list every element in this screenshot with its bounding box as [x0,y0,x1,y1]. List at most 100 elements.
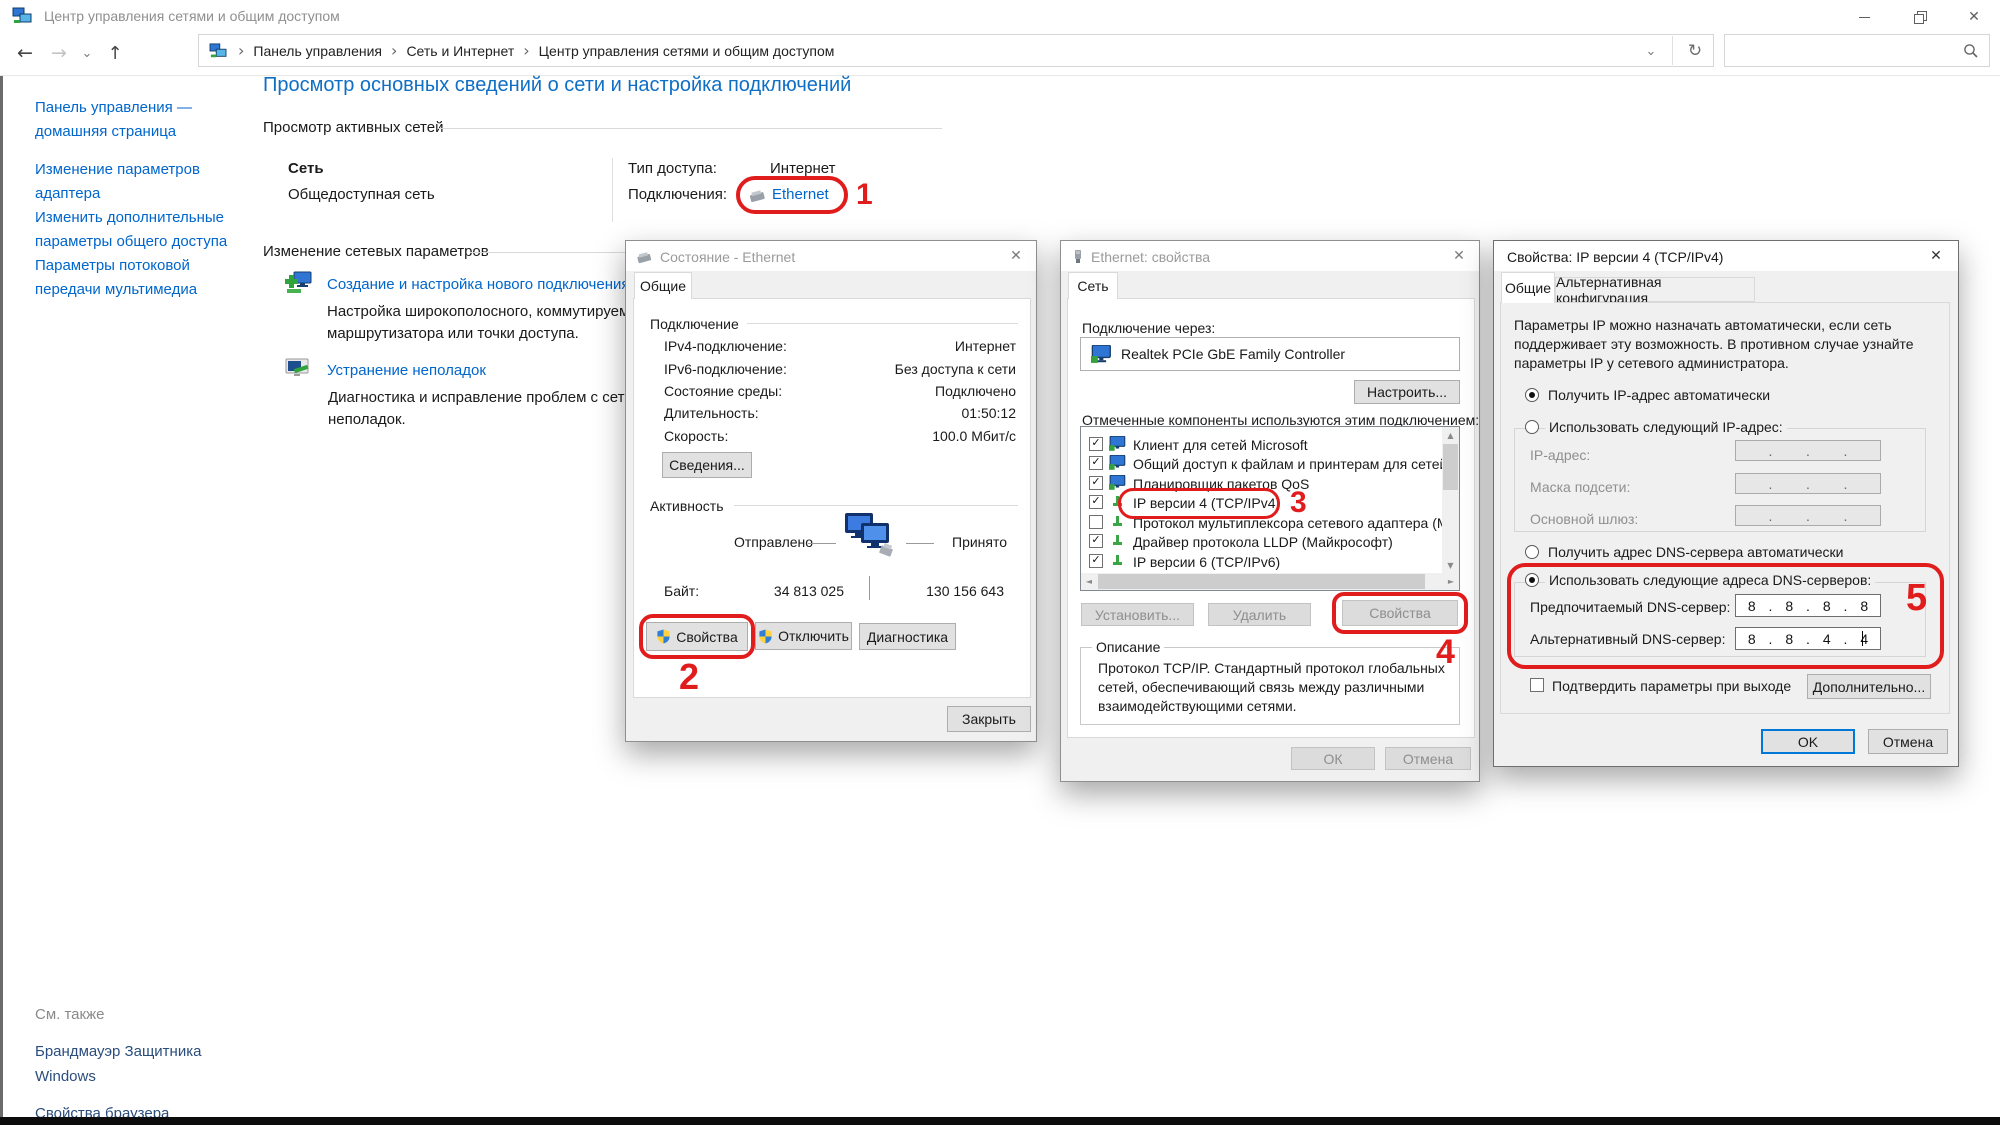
details-button[interactable]: Сведения... [662,452,752,478]
radio-use-dns[interactable] [1525,573,1539,587]
gateway-field[interactable] [1735,505,1881,526]
subnet-mask-field[interactable] [1735,473,1881,494]
annotation-number-5: 5 [1906,579,1927,617]
configure-button[interactable]: Настроить... [1354,380,1460,404]
radio-use-ip[interactable] [1525,420,1539,434]
active-networks-header: Просмотр активных сетей [263,119,443,136]
ok-button[interactable]: ОК [1291,747,1375,770]
component-label[interactable]: IP версии 6 (TCP/IPv6) [1133,554,1280,570]
uac-shield-icon [656,629,671,644]
component-label[interactable]: Драйвер протокола LLDP (Майкрософт) [1133,534,1393,550]
ip-address-label: IP-адрес: [1530,447,1590,463]
disable-button[interactable]: Отключить [755,622,852,650]
back-button[interactable]: ← [10,38,40,68]
alternate-dns-field[interactable]: 8 8 4 4 [1735,627,1881,650]
vertical-scrollbar[interactable]: ▲ ▼ [1442,427,1459,573]
breadcrumb-control-panel[interactable]: Панель управления [253,43,382,59]
preferred-dns-field[interactable]: 8 8 8 8 [1735,594,1881,617]
components-listbox[interactable]: ✓ Клиент для сетей Microsoft ✓ Общий дос… [1080,426,1460,591]
status-dialog-titlebar[interactable]: Состояние - Ethernet ✕ [626,241,1036,271]
ipv4-dialog-titlebar[interactable]: Свойства: IP версии 4 (TCP/IPv4) ✕ [1494,241,1958,271]
activity-group-label: Активность [650,498,724,514]
cancel-button[interactable]: Отмена [1868,729,1948,754]
cancel-button[interactable]: Отмена [1385,747,1471,770]
component-properties-button[interactable]: Свойства [1342,600,1458,626]
properties-button[interactable]: Свойства [646,622,748,651]
close-button[interactable]: Закрыть [947,706,1031,732]
restore-button[interactable] [1892,0,1948,34]
uninstall-button[interactable]: Удалить [1208,603,1311,626]
ethernet-connection-link[interactable]: Ethernet [772,186,829,203]
component-label[interactable]: Планировщик пакетов QoS [1133,476,1309,492]
component-checkbox[interactable]: ✓ [1089,437,1103,451]
radio-use-dns-label[interactable]: Использовать следующие адреса DNS-сервер… [1545,572,1875,588]
ok-button[interactable]: OK [1761,729,1855,754]
intro-line: параметры IP у сетевого администратора. [1514,355,1789,371]
address-dropdown-button[interactable]: ⌄ [1638,40,1664,62]
intro-line: Параметры IP можно назначать автоматичес… [1514,317,1892,333]
component-checkbox[interactable]: ✓ [1089,456,1103,470]
component-checkbox[interactable] [1089,515,1103,529]
validate-checkbox[interactable] [1530,678,1544,692]
search-input[interactable] [1733,39,1957,65]
tab-general[interactable]: Общие [634,272,692,299]
radio-obtain-dns-auto[interactable] [1525,545,1539,559]
horizontal-scrollbar[interactable]: ◄ ► [1081,573,1459,590]
refresh-button[interactable]: ↻ [1678,36,1712,66]
breadcrumb-network-center[interactable]: Центр управления сетями и общим доступом [539,43,835,59]
close-window-button[interactable]: ✕ [1948,0,2000,34]
search-box[interactable] [1724,34,1990,67]
component-checkbox[interactable]: ✓ [1089,476,1103,490]
tab-networking[interactable]: Сеть [1068,272,1118,299]
close-icon[interactable]: ✕ [1914,241,1958,271]
minimize-button[interactable] [1836,0,1892,34]
protocol-icon [1111,495,1124,511]
component-checkbox[interactable]: ✓ [1089,495,1103,509]
scroll-up-icon[interactable]: ▲ [1442,427,1459,443]
component-label[interactable]: Общий доступ к файлам и принтерам для се… [1133,456,1460,472]
breadcrumb-network-internet[interactable]: Сеть и Интернет [406,43,514,59]
component-label[interactable]: Клиент для сетей Microsoft [1133,437,1308,453]
component-checkbox[interactable]: ✓ [1089,554,1103,568]
component-checkbox[interactable]: ✓ [1089,534,1103,548]
advanced-button[interactable]: Дополнительно... [1807,674,1931,699]
network-type: Общедоступная сеть [288,186,435,203]
diagnose-button[interactable]: Диагностика [859,623,956,650]
validate-checkbox-label[interactable]: Подтвердить параметры при выходе [1552,678,1791,694]
task-new-connection-link[interactable]: Создание и настройка нового подключения … [327,276,642,293]
see-also-firewall-link[interactable]: Брандмауэр Защитника Windows [35,1039,275,1089]
task-troubleshoot-link[interactable]: Устранение неполадок [327,362,486,379]
forward-button[interactable]: → [44,38,74,68]
received-label: Принято [952,534,1007,550]
radio-obtain-ip-auto[interactable] [1525,388,1539,402]
scrollbar-thumb[interactable] [1443,444,1458,490]
sidebar-item-advanced-sharing[interactable]: Изменить дополнительные параметры общего… [35,206,275,254]
activity-dash [808,543,836,544]
tab-alternate-configuration[interactable]: Альтернативная конфигурация [1555,277,1755,302]
close-icon[interactable]: ✕ [994,241,1038,271]
sidebar-item-adapter-settings[interactable]: Изменение параметров адаптера [35,158,275,206]
radio-use-ip-label[interactable]: Использовать следующий IP-адрес: [1545,419,1787,435]
scrollbar-thumb[interactable] [1098,574,1425,589]
section-rule [438,128,942,129]
install-button[interactable]: Установить... [1081,603,1194,626]
properties-dialog-titlebar[interactable]: Ethernet: свойства ✕ [1061,241,1479,271]
scroll-down-icon[interactable]: ▼ [1442,557,1459,573]
component-label-ipv4[interactable]: IP версии 4 (TCP/IPv4) [1133,495,1280,511]
address-bar[interactable]: › Панель управления › Сеть и Интернет › … [198,34,1714,67]
up-button[interactable]: ↑ [100,38,130,68]
history-chevron-button[interactable]: ⌄ [78,40,96,66]
sidebar-item-media-streaming[interactable]: Параметры потоковой передачи мультимедиа [35,254,275,302]
scroll-right-icon[interactable]: ► [1443,573,1459,590]
scroll-left-icon[interactable]: ◄ [1081,573,1097,590]
close-icon[interactable]: ✕ [1437,241,1481,271]
tab-general[interactable]: Общие [1501,272,1555,303]
sidebar-item-home[interactable]: Панель управления — домашняя страница [35,96,275,144]
alternate-dns-label: Альтернативный DNS-сервер: [1530,631,1725,647]
radio-obtain-ip-auto-label[interactable]: Получить IP-адрес автоматически [1548,387,1770,403]
intro-line: поддерживает эту возможность. В противно… [1514,336,1914,352]
ipv4-properties-dialog: Свойства: IP версии 4 (TCP/IPv4) ✕ Общие… [1493,240,1959,767]
toolbar: ← → ⌄ ↑ › Панель управления › Сеть и Инт… [0,34,2000,76]
radio-obtain-dns-auto-label[interactable]: Получить адрес DNS-сервера автоматически [1548,544,1843,560]
ip-address-field[interactable] [1735,440,1881,461]
